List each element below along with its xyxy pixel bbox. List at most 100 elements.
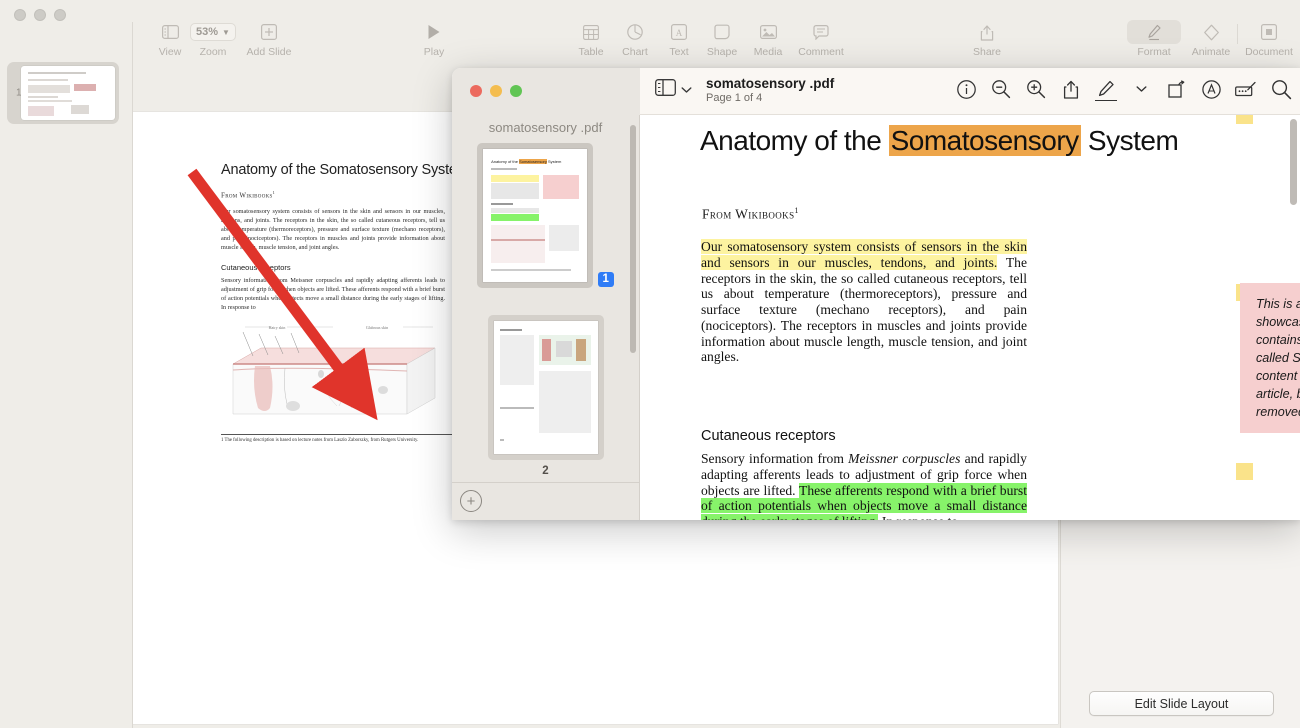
toolbar-comment-label: Comment: [798, 46, 844, 58]
document-paragraph-1: Our somatosensory system consists of sen…: [701, 239, 1027, 365]
chart-pie-icon: [627, 20, 643, 44]
preview-document-title-group: somatosensory .pdf Page 1 of 4: [706, 76, 834, 104]
fig-label-glabrous: Glabrous skin: [942, 519, 1001, 520]
document-pink-note: This is a sample document to showcase pa…: [1240, 283, 1300, 433]
toolbar-share-button[interactable]: Share: [955, 20, 1019, 58]
slide-navigator[interactable]: 1: [0, 22, 133, 728]
thumbnail-page-image: [493, 321, 598, 454]
chevron-down-icon: ▼: [222, 27, 230, 37]
svg-text:Hairy skin: Hairy skin: [269, 325, 286, 330]
zoom-value: 53%: [196, 26, 219, 38]
maximize-button[interactable]: [510, 85, 522, 97]
title-pre: Anatomy of the: [700, 125, 889, 156]
document-icon: [1261, 20, 1277, 44]
plus-circle-icon[interactable]: +: [460, 490, 482, 512]
slide-skin-diagram: Hairy skin Glabrous skin: [225, 322, 453, 430]
preview-titlebar: [452, 68, 640, 115]
preview-app-window[interactable]: somatosensory .pdf Anatomy of the Somato…: [452, 68, 1300, 520]
thumbnail-card[interactable]: [487, 315, 604, 460]
sidebar-toggle-group[interactable]: [655, 79, 692, 101]
annotate-circle-icon[interactable]: [1200, 78, 1222, 100]
document-figure-caption: Figure 1: Receptors in the human skin: M…: [1240, 519, 1300, 520]
keynote-toolbar: View 53% ▼ Zoom Add Slide Play Table Cha…: [133, 0, 1300, 68]
zoom-out-icon[interactable]: [990, 78, 1012, 100]
note-marker-top[interactable]: [1236, 115, 1253, 124]
svg-text:A: A: [676, 28, 683, 38]
edit-slide-layout-button[interactable]: Edit Slide Layout: [1089, 691, 1274, 716]
toolbar-view-label: View: [158, 46, 182, 58]
paragraph-1-highlighted: Our somatosensory system consists of sen…: [701, 239, 1027, 270]
thumbnail-number: 1: [597, 272, 614, 287]
comment-icon: [813, 20, 829, 44]
preview-document-title: somatosensory .pdf: [706, 76, 835, 91]
toolbar-shape-label: Shape: [706, 46, 738, 58]
document-paragraph-2: Sensory information from Meissner corpus…: [701, 451, 1027, 520]
sidebar-icon[interactable]: [655, 79, 676, 101]
preview-page-status: Page 1 of 4: [706, 92, 763, 104]
preview-document-view[interactable]: Anatomy of the Somatosensory System From…: [640, 115, 1300, 520]
from-sup: 1: [794, 206, 799, 215]
chevron-down-icon[interactable]: [681, 81, 692, 99]
from-text: From Wikibooks: [702, 206, 795, 222]
slide-paragraph-1: Our somatosensory system consists of sen…: [221, 208, 445, 251]
toolbar-document-button[interactable]: Document: [1237, 20, 1300, 58]
animate-diamond-icon: [1203, 20, 1220, 44]
document-skin-diagram: Hairy skin Glabrous skin: [735, 515, 1083, 520]
document-title: Anatomy of the Somatosensory System: [700, 125, 1179, 157]
slide-from-text: From Wikibooks: [221, 191, 273, 200]
shape-icon: [714, 20, 730, 44]
close-button[interactable]: [470, 85, 482, 97]
paragraph-2-pre: Sensory information from: [701, 451, 849, 466]
document-from-line: From Wikibooks1: [702, 206, 799, 223]
signature-icon[interactable]: [1235, 78, 1257, 100]
toolbar-animate-button[interactable]: Animate: [1179, 20, 1243, 58]
toolbar-play-button[interactable]: Play: [402, 20, 466, 58]
toolbar-media-label: Media: [753, 46, 783, 58]
toolbar-format-button[interactable]: Format: [1122, 20, 1186, 58]
play-icon: [427, 20, 441, 44]
info-circle-icon[interactable]: [955, 78, 977, 100]
thumbnail-page-2[interactable]: 2: [452, 315, 639, 477]
thumbnail-page-image: Anatomy of the Somatosensory System: [483, 149, 588, 282]
search-icon[interactable]: [1270, 78, 1292, 100]
toolbar-comment-button[interactable]: Comment: [789, 20, 853, 58]
note-marker-paragraph-2[interactable]: [1236, 463, 1253, 480]
preview-tool-buttons: [955, 77, 1292, 101]
fig-label-hairy: Hairy skin: [819, 519, 864, 520]
toolbar-add-slide-button[interactable]: Add Slide: [237, 20, 301, 58]
format-brush-icon: [1127, 20, 1181, 44]
toolbar-add-slide-label: Add Slide: [246, 46, 292, 58]
preview-window-controls[interactable]: [470, 85, 522, 97]
slide-navigator-item-1[interactable]: 1: [7, 62, 119, 124]
preview-toolbar: somatosensory .pdf Page 1 of 4: [640, 68, 1300, 115]
preview-thumbnail-list[interactable]: Anatomy of the Somatosensory System 1 2: [452, 143, 639, 480]
chevron-down-icon[interactable]: [1130, 78, 1152, 100]
minimize-button[interactable]: [490, 85, 502, 97]
toolbar-animate-label: Animate: [1191, 46, 1231, 58]
sidebar-scrollbar[interactable]: [630, 125, 636, 353]
zoom-in-icon[interactable]: [1025, 78, 1047, 100]
table-icon: [583, 20, 599, 44]
share-icon: [980, 20, 994, 44]
slide-from-sup: 1: [272, 190, 276, 195]
zoom-stepper[interactable]: 53% ▼: [190, 20, 236, 44]
plus-box-icon: [261, 20, 277, 44]
document-heading-2: Cutaneous receptors: [701, 428, 836, 444]
toolbar-chart-label: Chart: [622, 46, 648, 58]
slide-paragraph-2: Sensory information from Meissner corpus…: [221, 277, 445, 311]
share-icon[interactable]: [1060, 78, 1082, 100]
document-scrollbar[interactable]: [1290, 119, 1297, 205]
preview-thumbnail-sidebar[interactable]: somatosensory .pdf Anatomy of the Somato…: [452, 115, 640, 520]
toolbar-zoom-control[interactable]: 53% ▼ Zoom: [181, 20, 245, 58]
highlighter-pen-icon[interactable]: [1095, 77, 1117, 101]
paragraph-1-rest: The receptors in the skin, the so called…: [701, 254, 1027, 365]
thumbnail-card[interactable]: Anatomy of the Somatosensory System: [477, 143, 594, 288]
svg-text:Glabrous skin: Glabrous skin: [366, 325, 388, 330]
media-icon: [759, 20, 777, 44]
toolbar-zoom-label: Zoom: [199, 46, 227, 58]
toolbar-document-label: Document: [1245, 46, 1293, 58]
paragraph-2-italic: Meissner corpuscles: [848, 451, 961, 466]
toolbar-share-label: Share: [972, 46, 1002, 58]
rotate-icon[interactable]: [1165, 78, 1187, 100]
thumbnail-page-1[interactable]: Anatomy of the Somatosensory System 1: [452, 143, 639, 288]
